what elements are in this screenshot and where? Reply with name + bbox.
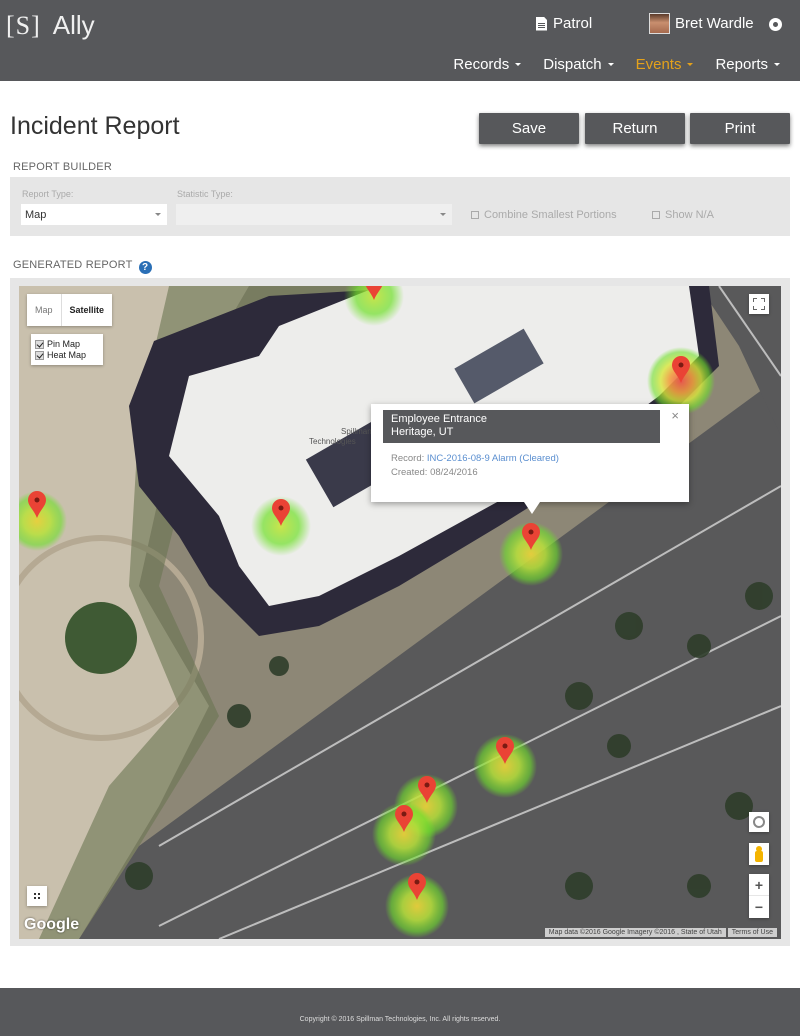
statistic-type-label: Statistic Type:	[177, 189, 233, 199]
info-window-body: Record: INC-2016-08-9 Alarm (Cleared) Cr…	[391, 452, 559, 480]
close-icon[interactable]: ×	[671, 408, 679, 423]
report-type-value: Map	[25, 208, 47, 221]
nav-records[interactable]: Records	[453, 56, 522, 73]
heat-map-checkbox[interactable]: Heat Map	[35, 350, 97, 360]
patrol-label: Patrol	[553, 15, 593, 32]
pin-map-label: Pin Map	[47, 339, 81, 349]
logo-mark-icon: [S]	[6, 10, 41, 40]
satellite-map[interactable]: Spillman Technologies Map Satellite Pin …	[19, 286, 781, 939]
caret-down-icon	[687, 63, 694, 66]
caret-down-icon	[440, 213, 446, 216]
created-label: Created:	[391, 467, 428, 478]
caret-down-icon	[607, 63, 614, 66]
building-label: Spillman	[341, 427, 372, 436]
layer-toggles: Pin Map Heat Map	[31, 334, 103, 365]
user-menu[interactable]: Bret Wardle	[649, 13, 754, 34]
fullscreen-icon[interactable]	[749, 294, 769, 314]
info-window: Employee Entrance Heritage, UT × Record:…	[371, 404, 689, 514]
map-data-attribution: Map data ©2016 Google Imagery ©2016 , St…	[544, 928, 726, 937]
report-type-select[interactable]: Map	[21, 204, 167, 225]
nav-reports[interactable]: Reports	[715, 56, 780, 73]
checkbox-icon	[471, 211, 479, 219]
generated-report-heading: GENERATED REPORT ?	[13, 259, 152, 274]
generated-report-label: GENERATED REPORT	[13, 259, 133, 271]
record-link[interactable]: INC-2016-08-9 Alarm (Cleared)	[427, 453, 559, 464]
print-button[interactable]: Print	[690, 113, 790, 144]
heat-map-label: Heat Map	[47, 350, 87, 360]
map-type-toggle: Map Satellite	[27, 294, 113, 326]
checkbox-checked-icon	[35, 339, 44, 349]
zoom-control: + −	[749, 874, 769, 918]
nav-events[interactable]: Events	[636, 56, 694, 73]
zoom-in-button[interactable]: +	[749, 874, 769, 896]
checkbox-checked-icon	[35, 350, 44, 360]
street-view-pegman-icon[interactable]	[749, 843, 769, 865]
info-window-title: Employee Entrance	[391, 413, 487, 425]
page-title: Incident Report	[10, 112, 180, 140]
show-na-label: Show N/A	[665, 209, 714, 221]
statistic-type-select[interactable]	[176, 204, 452, 225]
info-window-location: Heritage, UT	[391, 426, 454, 438]
report-type-label: Report Type:	[22, 189, 74, 199]
my-location-icon[interactable]	[749, 812, 769, 832]
fullscreen-corner	[761, 306, 765, 310]
zoom-out-button[interactable]: −	[749, 896, 769, 918]
nav-dispatch[interactable]: Dispatch	[543, 56, 614, 73]
map-type-satellite-button[interactable]: Satellite	[62, 294, 113, 326]
created-value: 08/24/2016	[430, 467, 478, 478]
return-button[interactable]: Return	[585, 113, 685, 144]
caret-down-icon	[155, 213, 161, 216]
record-label: Record:	[391, 453, 425, 464]
save-button[interactable]: Save	[479, 113, 579, 144]
caret-down-icon	[515, 63, 522, 66]
terms-of-use-link[interactable]: Terms of Use	[727, 928, 777, 937]
gear-icon[interactable]	[767, 16, 784, 33]
help-icon[interactable]: ?	[138, 261, 152, 274]
combine-smallest-label: Combine Smallest Portions	[484, 209, 617, 221]
combine-smallest-checkbox[interactable]: Combine Smallest Portions	[471, 209, 617, 221]
nav-dispatch-label: Dispatch	[543, 56, 602, 73]
nav-reports-label: Reports	[715, 56, 768, 73]
document-icon	[536, 16, 547, 31]
fullscreen-corner	[753, 306, 757, 310]
copyright-text: Copyright © 2016 Spillman Technologies, …	[299, 1015, 501, 1023]
info-window-header: Employee Entrance Heritage, UT	[383, 410, 660, 443]
grid-icon[interactable]	[27, 886, 47, 906]
app-logo[interactable]: [S] Ally	[6, 10, 95, 41]
fullscreen-corner	[761, 298, 765, 302]
plaza-lawn	[65, 602, 137, 674]
avatar	[649, 13, 670, 34]
checkbox-icon	[652, 211, 660, 219]
app-name: Ally	[52, 10, 95, 40]
map-imagery: Spillman Technologies	[19, 286, 781, 939]
patrol-link[interactable]: Patrol	[536, 15, 592, 32]
building-label: Technologies	[309, 437, 356, 446]
show-na-checkbox[interactable]: Show N/A	[652, 209, 714, 221]
fullscreen-corner	[753, 298, 757, 302]
report-builder-heading: REPORT BUILDER	[13, 161, 112, 173]
nav-events-label: Events	[635, 56, 682, 73]
top-navbar: [S] Ally Patrol Bret Wardle Records Disp…	[0, 0, 800, 81]
user-name: Bret Wardle	[675, 15, 754, 32]
nav-records-label: Records	[453, 56, 510, 73]
main-nav: Records Dispatch Events Reports	[453, 56, 780, 73]
report-builder-panel: Report Type: Map Statistic Type: Combine…	[10, 177, 790, 236]
map-type-map-button[interactable]: Map	[27, 294, 62, 326]
google-logo: Google	[24, 916, 80, 933]
map-attribution: Map data ©2016 Google Imagery ©2016 , St…	[544, 928, 777, 937]
footer: Copyright © 2016 Spillman Technologies, …	[0, 988, 800, 1036]
pin-map-checkbox[interactable]: Pin Map	[35, 339, 97, 349]
caret-down-icon	[774, 63, 780, 66]
